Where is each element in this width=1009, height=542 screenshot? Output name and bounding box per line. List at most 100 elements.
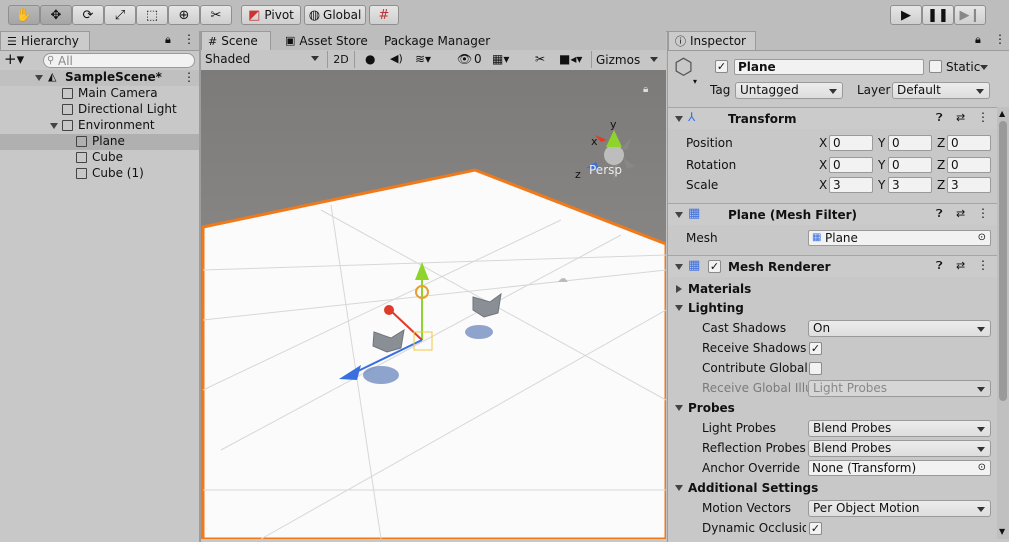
foldout-icon[interactable] <box>675 305 683 311</box>
kebab-menu-icon[interactable]: ⋮ <box>977 110 989 124</box>
scale-y-field[interactable]: 3 <box>888 177 932 193</box>
probes-foldout-label[interactable]: Probes <box>688 401 735 415</box>
preset-icon[interactable]: ⇄ <box>956 207 965 220</box>
pivot-toggle[interactable]: ◩ Pivot <box>241 5 301 25</box>
scroll-down-icon[interactable]: ▼ <box>999 527 1005 536</box>
reflection-probes-dropdown[interactable]: Blend Probes <box>808 440 991 457</box>
list-item[interactable]: Main Camera <box>0 86 199 102</box>
lock-icon[interactable]: 🔒︎ <box>165 33 171 47</box>
receive-shadows-checkbox[interactable]: ✓ <box>809 342 822 355</box>
tab-scene[interactable]: # Scene <box>201 31 271 50</box>
scene-kebab-icon[interactable]: ⋮ <box>183 70 195 84</box>
active-checkbox[interactable]: ✓ <box>715 60 728 73</box>
scale-tool-button[interactable]: ⤢ <box>104 5 136 25</box>
foldout-icon[interactable] <box>675 264 683 270</box>
scale-x-field[interactable]: 3 <box>829 177 873 193</box>
gizmo-x-arrow[interactable] <box>384 305 394 315</box>
kebab-menu-icon[interactable]: ⋮ <box>994 32 1006 46</box>
foldout-icon[interactable] <box>675 212 683 218</box>
grid-snap-button[interactable]: # <box>369 5 399 25</box>
help-icon[interactable]: ❓︎ <box>936 259 943 273</box>
foldout-icon[interactable] <box>675 485 683 491</box>
custom-tool-button[interactable]: ✂ <box>200 5 232 25</box>
kebab-menu-icon[interactable]: ⋮ <box>977 258 989 272</box>
foldout-icon[interactable] <box>35 75 43 81</box>
hand-tool-button[interactable]: ✋ <box>8 5 40 25</box>
tag-dropdown[interactable]: Untagged <box>735 82 843 99</box>
foldout-icon[interactable] <box>676 285 682 293</box>
effects-layers-icon[interactable]: ≋▾ <box>415 52 431 66</box>
foldout-icon[interactable] <box>675 116 683 122</box>
position-x-field[interactable]: 0 <box>829 135 873 151</box>
lock-icon[interactable]: 🔒︎ <box>643 84 648 95</box>
gizmos-dropdown[interactable]: Gizmos <box>591 51 662 68</box>
rect-tool-button[interactable]: ⬚ <box>136 5 168 25</box>
global-toggle[interactable]: ◍ Global <box>304 5 366 25</box>
position-z-field[interactable]: 0 <box>947 135 991 151</box>
audio-icon[interactable]: ◀︎) <box>390 52 403 65</box>
kebab-menu-icon[interactable]: ⋮ <box>183 32 195 46</box>
kebab-menu-icon[interactable]: ⋮ <box>977 206 989 220</box>
contribute-gi-checkbox[interactable] <box>809 362 822 375</box>
scene-tools-icon[interactable]: ✂ <box>535 52 545 66</box>
list-item[interactable]: Directional Light <box>0 102 199 118</box>
hierarchy-search-input[interactable]: ⚲ All <box>43 53 195 68</box>
scene-viewport[interactable]: ☁ y x z Persp 🔒︎ <box>201 70 666 539</box>
transform-tool-button[interactable]: ⊕ <box>168 5 200 25</box>
object-picker-icon[interactable]: ⊙ <box>978 231 986 245</box>
chevron-down-icon[interactable]: ▾ <box>693 77 697 86</box>
static-checkbox[interactable] <box>929 60 942 73</box>
camera-icon[interactable]: ■◂▾ <box>559 52 582 66</box>
anchor-override-field[interactable]: None (Transform) ⊙ <box>808 460 991 476</box>
rotate-tool-button[interactable]: ⟳ <box>72 5 104 25</box>
lighting-foldout-label[interactable]: Lighting <box>688 301 744 315</box>
object-picker-icon[interactable]: ⊙ <box>978 461 986 475</box>
scene-grid-icon[interactable]: ▦▾ <box>492 52 509 66</box>
list-item[interactable]: Cube <box>0 150 199 166</box>
shading-mode-dropdown[interactable]: Shaded <box>205 52 323 68</box>
rotation-y-field[interactable]: 0 <box>888 157 932 173</box>
rotation-x-field[interactable]: 0 <box>829 157 873 173</box>
tab-hierarchy[interactable]: ☰ Hierarchy <box>0 31 90 50</box>
position-y-field[interactable]: 0 <box>888 135 932 151</box>
help-icon[interactable]: ❓︎ <box>936 207 943 221</box>
tab-inspector[interactable]: ⓘ Inspector <box>668 31 756 50</box>
lock-icon[interactable]: 🔒︎ <box>975 33 981 47</box>
mesh-renderer-header[interactable]: ▦ ✓ Mesh Renderer ❓︎ ⇄ ⋮ <box>668 255 997 277</box>
help-icon[interactable]: ❓︎ <box>936 111 943 125</box>
motion-vectors-dropdown[interactable]: Per Object Motion <box>808 500 991 517</box>
preset-icon[interactable]: ⇄ <box>956 111 965 124</box>
hidden-eye-icon[interactable]: 👁︎ <box>457 52 472 66</box>
pause-button[interactable]: ❚❚ <box>922 5 954 25</box>
scene-row[interactable]: ◭ SampleScene* ⋮ <box>0 70 199 86</box>
mesh-renderer-enabled-checkbox[interactable]: ✓ <box>708 260 721 273</box>
create-plus-icon[interactable]: +▾ <box>4 52 24 67</box>
step-button[interactable]: ▶❙ <box>954 5 986 25</box>
light-probes-dropdown[interactable]: Blend Probes <box>808 420 991 437</box>
materials-foldout-label[interactable]: Materials <box>688 282 751 296</box>
foldout-icon[interactable] <box>50 123 58 129</box>
scrollbar-thumb[interactable] <box>999 121 1007 401</box>
lighting-bulb-icon[interactable]: ● <box>365 52 375 66</box>
transform-header[interactable]: ⅄ Transform ❓︎ ⇄ ⋮ <box>668 107 997 129</box>
inspector-scrollbar[interactable]: ▲ ▼ <box>997 107 1009 539</box>
static-dropdown-icon[interactable] <box>980 65 988 70</box>
tab-asset-store[interactable]: ▣ Asset Store <box>279 31 374 50</box>
dynamic-occlusion-checkbox[interactable]: ✓ <box>809 522 822 535</box>
2d-toggle[interactable]: 2D <box>327 51 355 68</box>
list-item[interactable]: Plane <box>0 134 199 150</box>
persp-label[interactable]: Persp <box>589 163 622 177</box>
foldout-icon[interactable] <box>675 405 683 411</box>
mesh-object-field[interactable]: ▦ Plane ⊙ <box>808 230 991 246</box>
rotation-z-field[interactable]: 0 <box>947 157 991 173</box>
layer-dropdown[interactable]: Default <box>892 82 990 99</box>
scroll-up-icon[interactable]: ▲ <box>999 109 1005 118</box>
object-name-field[interactable]: Plane <box>734 59 924 75</box>
scale-z-field[interactable]: 3 <box>947 177 991 193</box>
mesh-filter-header[interactable]: ▦ Plane (Mesh Filter) ❓︎ ⇄ ⋮ <box>668 203 997 225</box>
preset-icon[interactable]: ⇄ <box>956 259 965 272</box>
tab-package-manager[interactable]: Package Manager <box>378 31 498 50</box>
additional-settings-foldout-label[interactable]: Additional Settings <box>688 481 818 495</box>
plane-mesh[interactable] <box>201 168 666 539</box>
move-tool-button[interactable]: ✥ <box>40 5 72 25</box>
